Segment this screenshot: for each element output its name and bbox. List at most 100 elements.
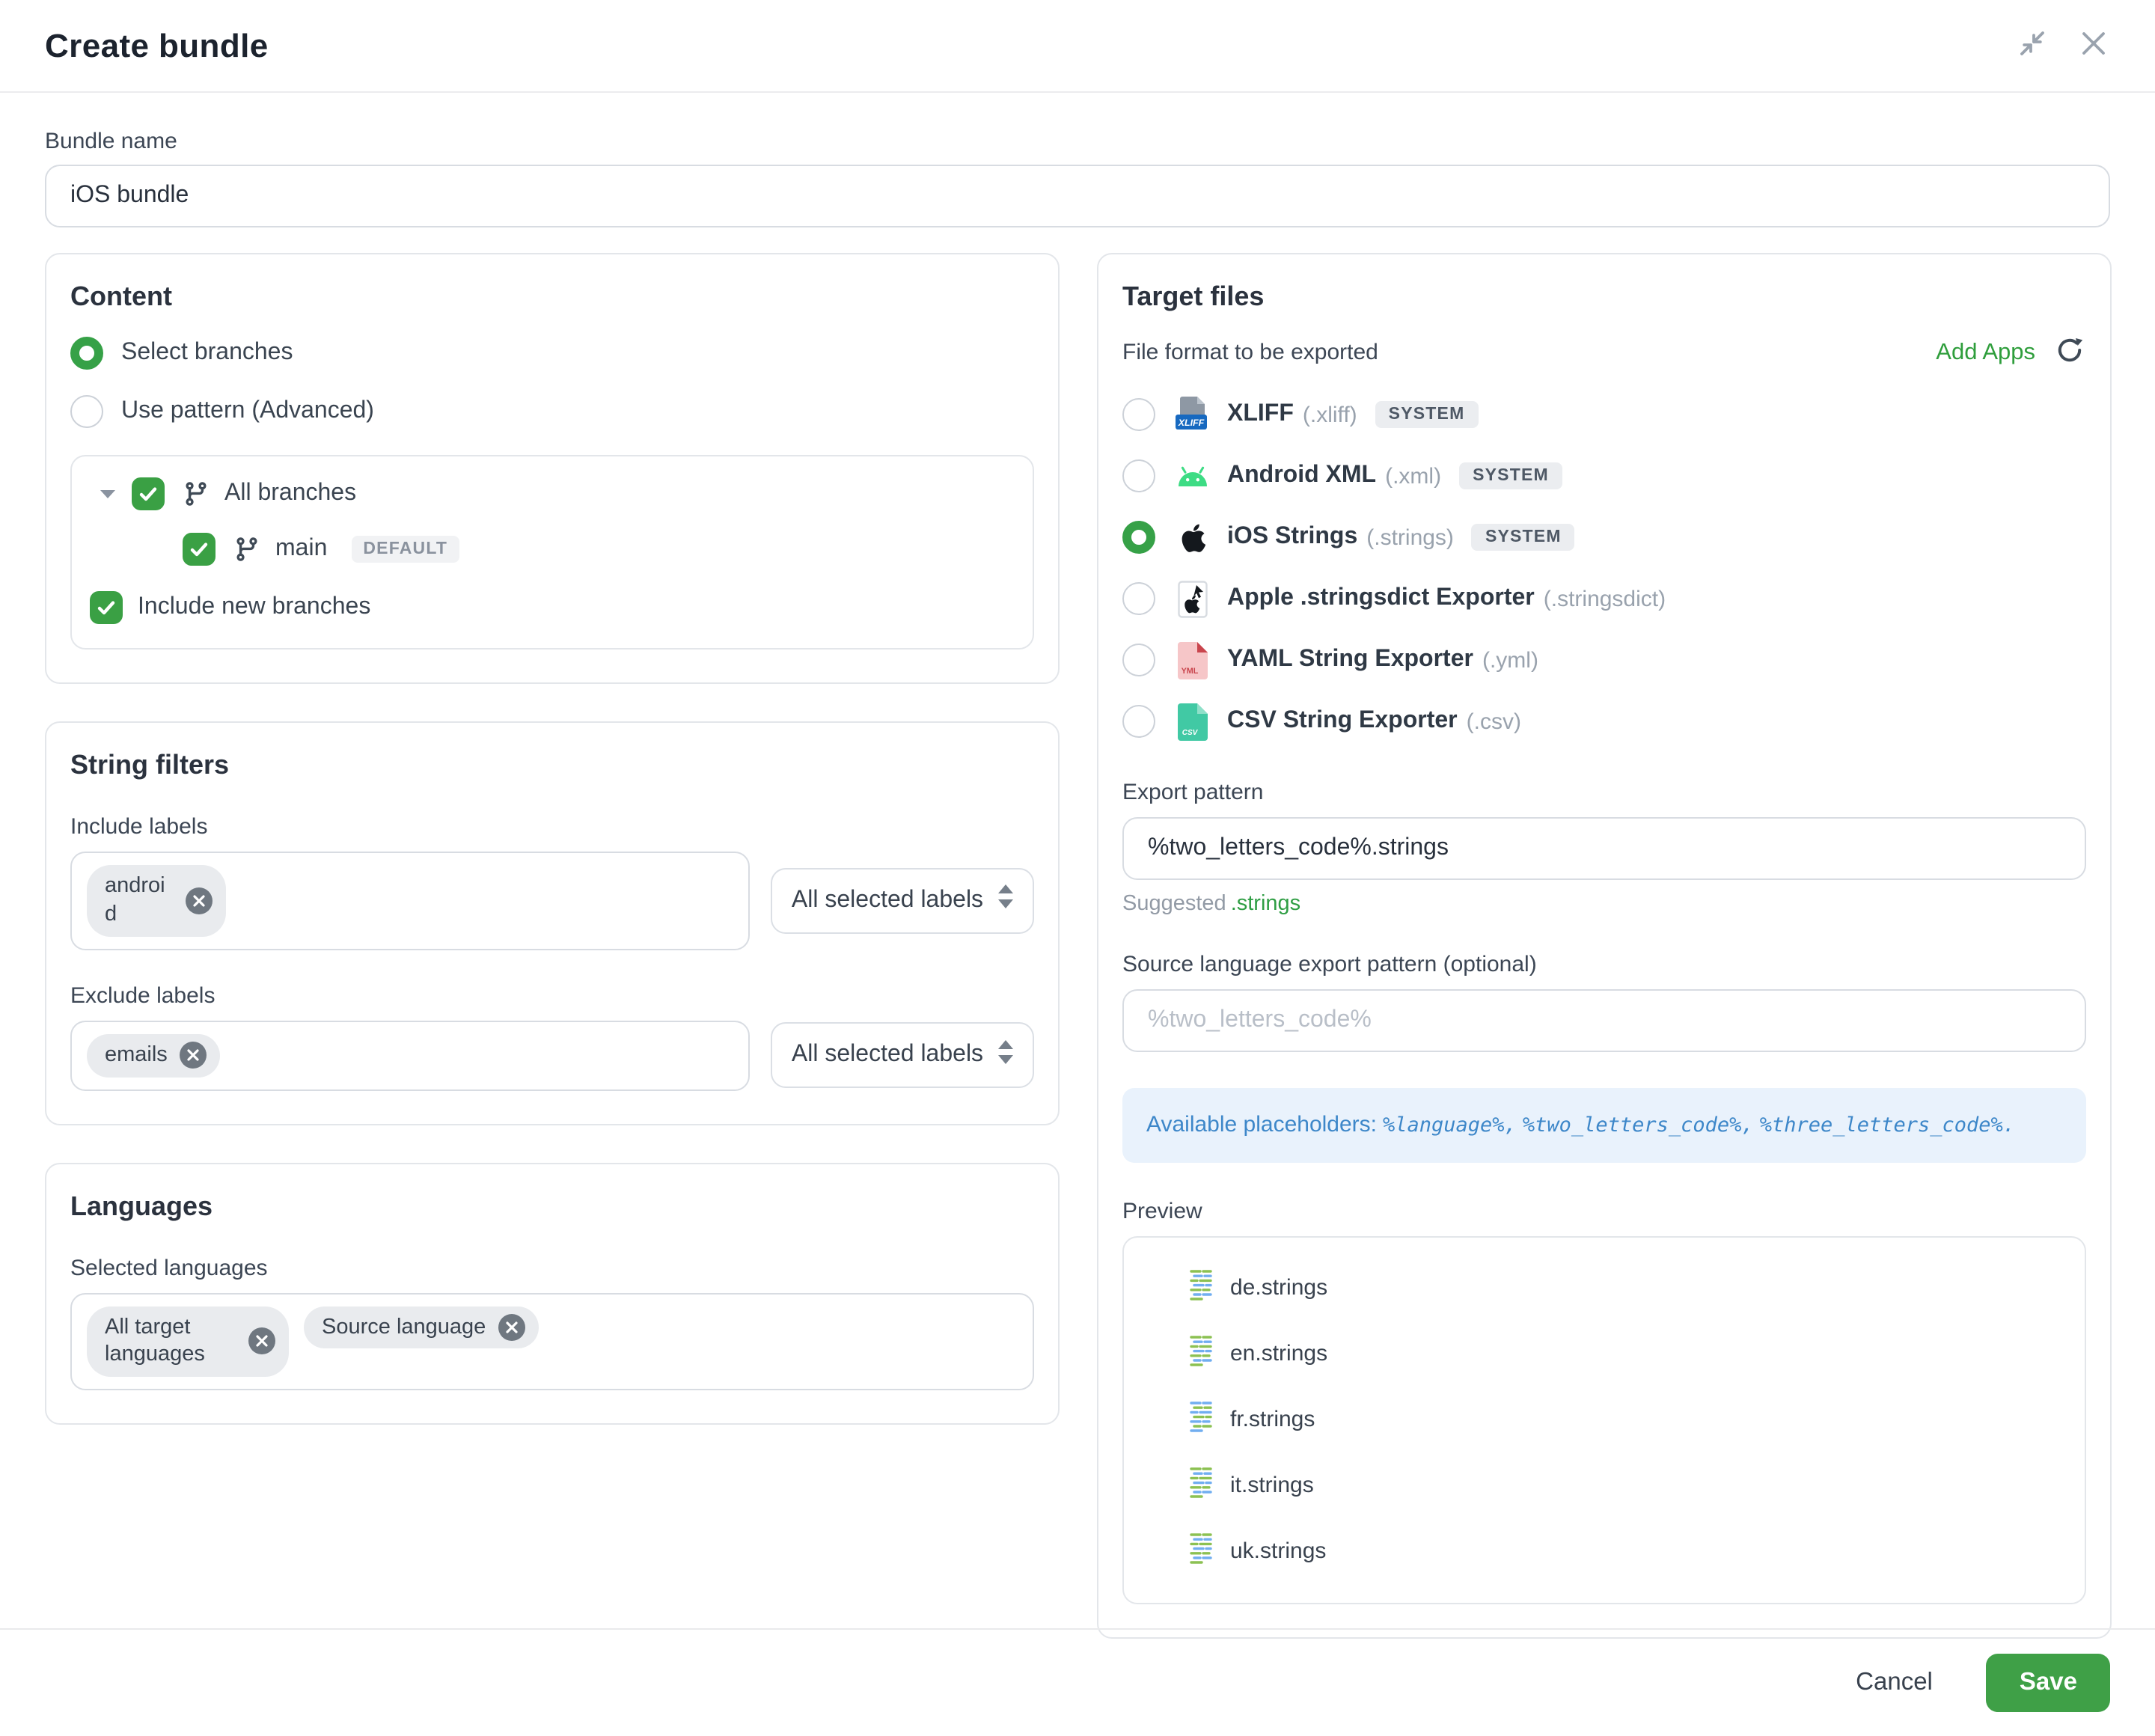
dialog-footer: Cancel Save	[0, 1628, 2155, 1736]
format-row-csv[interactable]: CSV CSV String Exporter (.csv)	[1122, 699, 2086, 744]
format-row-ios-strings[interactable]: iOS Strings (.strings) SYSTEM	[1122, 515, 2086, 560]
preview-file-name: uk.strings	[1230, 1539, 1326, 1565]
content-card: Content Select branches Use pattern (Adv…	[45, 253, 1060, 684]
strings-file-icon	[1190, 1335, 1215, 1374]
xliff-file-icon: XLIFF	[1173, 395, 1212, 434]
csv-file-icon: CSV	[1173, 703, 1212, 740]
preview-file-row: de.strings	[1124, 1256, 2085, 1321]
file-format-label: File format to be exported	[1122, 340, 1378, 365]
format-row-yaml[interactable]: YML YAML String Exporter (.yml)	[1122, 638, 2086, 682]
git-branch-icon	[183, 480, 210, 507]
chip-text: android	[105, 872, 174, 929]
system-badge: SYSTEM	[1459, 462, 1562, 489]
bundle-name-input[interactable]	[45, 165, 2110, 227]
remove-chip-icon[interactable]	[248, 1328, 275, 1355]
system-badge: SYSTEM	[1375, 401, 1479, 428]
suggested-strings-link[interactable]: .strings	[1231, 892, 1301, 916]
main-branch-checkbox[interactable]	[183, 533, 216, 566]
remove-chip-icon[interactable]	[180, 1042, 207, 1069]
preview-label: Preview	[1122, 1199, 2086, 1224]
radio-use-pattern[interactable]: Use pattern (Advanced)	[70, 395, 1034, 428]
android-icon	[1173, 465, 1212, 487]
strings-file-icon	[1190, 1467, 1215, 1506]
preview-file-row: it.strings	[1124, 1453, 2085, 1519]
format-ext: (.xliff)	[1303, 402, 1357, 427]
refresh-icon	[2056, 337, 2083, 368]
select-value: All selected labels	[792, 1042, 983, 1069]
remove-chip-icon[interactable]	[498, 1314, 525, 1341]
svg-text:CSV: CSV	[1182, 728, 1199, 736]
svg-text:YML: YML	[1182, 666, 1199, 675]
tree-row-all-branches: All branches	[90, 477, 1015, 510]
sort-arrows-icon	[998, 1039, 1013, 1071]
cancel-button[interactable]: Cancel	[1847, 1667, 1942, 1699]
preview-file-row: fr.strings	[1124, 1387, 2085, 1453]
close-icon	[2080, 30, 2107, 61]
format-ext: (.strings)	[1366, 525, 1454, 550]
main-branch-label: main	[275, 536, 327, 563]
language-chip: All target languages	[87, 1306, 289, 1377]
radio-unselected-icon	[1122, 398, 1155, 431]
language-chip: Source language	[304, 1306, 538, 1349]
format-ext: (.csv)	[1467, 709, 1521, 734]
strings-file-icon	[1190, 1401, 1215, 1440]
add-apps-link[interactable]: Add Apps	[1936, 339, 2035, 366]
radio-selected-icon	[70, 337, 103, 370]
include-labels-mode-select[interactable]: All selected labels	[771, 868, 1034, 934]
close-button[interactable]	[2077, 27, 2110, 64]
exclude-labels-input[interactable]: emails	[70, 1020, 750, 1090]
radio-unselected-icon	[1122, 459, 1155, 492]
radio-select-branches[interactable]: Select branches	[70, 337, 1034, 370]
selected-languages-input[interactable]: All target languages Source language	[70, 1292, 1034, 1390]
include-new-branches-checkbox[interactable]	[90, 591, 123, 624]
preview-file-row: en.strings	[1124, 1321, 2085, 1387]
strings-file-icon	[1190, 1269, 1215, 1308]
create-bundle-dialog: Create bundle Bundle	[0, 0, 2155, 1736]
export-pattern-input[interactable]	[1122, 817, 2086, 880]
tree-row-main: main DEFAULT	[90, 533, 1015, 566]
svg-text:XLIFF: XLIFF	[1178, 418, 1205, 428]
preview-file-name: it.strings	[1230, 1473, 1314, 1499]
collapse-arrows-icon	[2017, 28, 2047, 63]
format-row-android-xml[interactable]: Android XML (.xml) SYSTEM	[1122, 453, 2086, 498]
radio-unselected-icon	[70, 395, 103, 428]
placeholders-info-box: Available placeholders:%language%,%two_l…	[1122, 1088, 2086, 1163]
format-name: YAML String Exporter	[1227, 647, 1473, 673]
preview-file-name: de.strings	[1230, 1276, 1327, 1301]
include-labels-input[interactable]: android	[70, 852, 750, 950]
target-files-title: Target files	[1122, 281, 2086, 313]
suggested-label: Suggested	[1122, 892, 1226, 916]
format-row-stringsdict[interactable]: Apple .stringsdict Exporter (.stringsdic…	[1122, 576, 2086, 621]
apple-icon	[1173, 522, 1212, 553]
radio-unselected-icon	[1122, 582, 1155, 615]
git-branch-icon	[233, 536, 260, 563]
default-badge: DEFAULT	[351, 536, 459, 563]
remove-chip-icon[interactable]	[186, 887, 213, 914]
format-name: Apple .stringsdict Exporter	[1227, 585, 1535, 612]
format-ext: (.stringsdict)	[1544, 586, 1666, 611]
format-name: CSV String Exporter	[1227, 708, 1458, 735]
chip-text: All target languages	[105, 1313, 236, 1369]
source-pattern-label: Source language export pattern (optional…	[1122, 952, 2086, 977]
format-row-xliff[interactable]: XLIFF XLIFF (.xliff) SYSTEM	[1122, 392, 2086, 437]
tree-row-include-new: Include new branches	[90, 591, 1015, 624]
yaml-file-icon: YML	[1173, 641, 1212, 679]
languages-title: Languages	[70, 1191, 1034, 1222]
source-pattern-input[interactable]	[1122, 989, 2086, 1052]
radio-selected-icon	[1122, 521, 1155, 554]
refresh-button[interactable]	[2053, 334, 2086, 371]
sort-arrows-icon	[998, 885, 1013, 917]
exclude-labels-mode-select[interactable]: All selected labels	[771, 1022, 1034, 1088]
left-column: Content Select branches Use pattern (Adv…	[45, 253, 1060, 1425]
target-files-card: Target files File format to be exported …	[1097, 253, 2112, 1639]
collapse-button[interactable]	[2014, 25, 2050, 66]
save-button[interactable]: Save	[1987, 1654, 2110, 1712]
chevron-down-icon[interactable]	[99, 488, 117, 500]
content-title: Content	[70, 281, 1034, 313]
exclude-labels-label: Exclude labels	[70, 982, 1034, 1008]
radio-use-pattern-label: Use pattern (Advanced)	[121, 398, 374, 425]
format-name: Android XML	[1227, 462, 1376, 489]
label-chip: android	[87, 865, 226, 936]
all-branches-checkbox[interactable]	[132, 477, 165, 510]
label-chip: emails	[87, 1033, 220, 1077]
